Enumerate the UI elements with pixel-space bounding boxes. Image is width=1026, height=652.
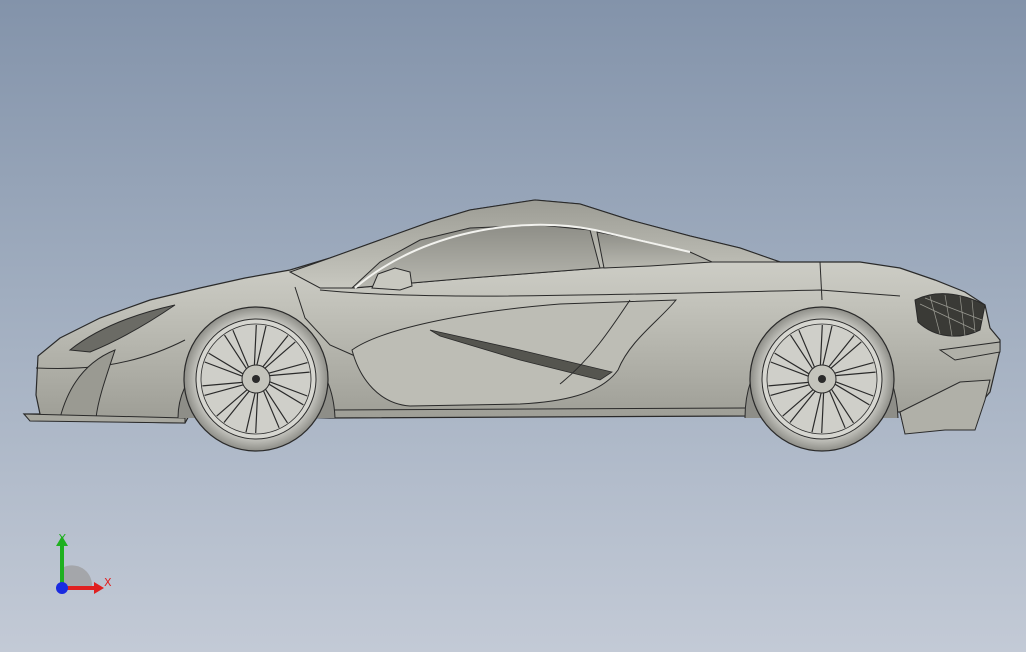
car-3d-model[interactable]	[0, 0, 1026, 652]
z-axis-dot	[56, 582, 68, 594]
graphics-viewport[interactable]: Y X	[0, 0, 1026, 652]
x-axis-label: X	[104, 576, 112, 589]
axis-triad	[56, 536, 104, 594]
front-wheel	[183, 306, 329, 452]
rear-wheel	[749, 306, 895, 452]
y-axis-label: Y	[59, 532, 66, 545]
